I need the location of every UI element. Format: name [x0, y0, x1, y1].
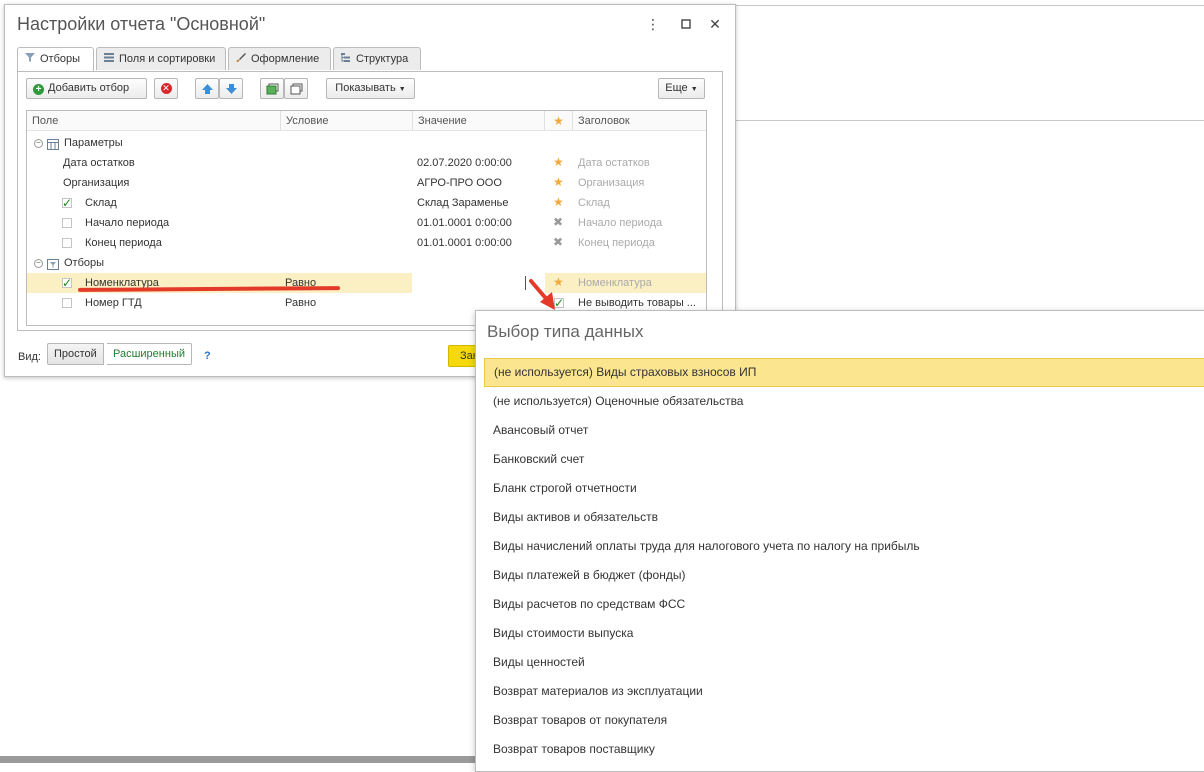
maximize-icon[interactable]	[678, 16, 694, 32]
background-window-edge	[735, 5, 1204, 6]
list-item[interactable]: Виды начислений оплаты труда для налогов…	[484, 532, 1204, 561]
arrow-down-icon	[225, 84, 237, 94]
collapse-icon[interactable]: −	[34, 139, 43, 148]
more-menu-icon[interactable]: ⋮	[645, 16, 661, 32]
help-link[interactable]: ?	[204, 350, 211, 362]
checkbox-checked[interactable]	[62, 193, 72, 213]
list-item[interactable]: Возврат товаров от покупателя	[484, 706, 1204, 735]
add-filter-button[interactable]: + Добавить отбор	[26, 78, 147, 99]
cross-icon[interactable]: ✖	[553, 232, 563, 252]
close-icon[interactable]: ✕	[707, 16, 723, 32]
table-row[interactable]: Склад Склад Зараменье ★ Склад	[27, 193, 706, 213]
chevron-down-icon: ▼	[398, 86, 406, 93]
table-row[interactable]: Начало периода 01.01.0001 0:00:00 ✖ Нача…	[27, 213, 706, 233]
list-item[interactable]: Виды стоимости выпуска	[484, 619, 1204, 648]
column-header-condition[interactable]: Условие	[281, 111, 413, 131]
background-divider	[735, 120, 1204, 121]
tab-filters[interactable]: Отборы	[17, 47, 94, 72]
add-icon: +	[33, 84, 44, 95]
checkbox-checked[interactable]	[62, 273, 72, 293]
text-cursor	[525, 276, 526, 290]
column-header-field[interactable]: Поле	[27, 111, 281, 131]
collapse-icon[interactable]: −	[34, 259, 43, 268]
tab-fields-sorting[interactable]: Поля и сортировки	[96, 47, 226, 70]
value-editor[interactable]	[413, 273, 545, 293]
structure-icon	[340, 49, 352, 62]
table-row-group[interactable]: − Параметры	[27, 133, 706, 153]
list-item[interactable]: Виды ценностей	[484, 648, 1204, 677]
data-type-selection-popup: Выбор типа данных (не используется) Виды…	[475, 310, 1204, 772]
list-item[interactable]: Возврат товаров поставщику	[484, 735, 1204, 764]
table-row-group[interactable]: − Отборы	[27, 253, 706, 273]
table-row-selected-title[interactable]: ★ Номенклатура	[545, 273, 706, 293]
show-dropdown[interactable]: Показывать ▼	[326, 78, 415, 99]
fields-icon	[103, 49, 115, 62]
list-item[interactable]: (не используется) Оценочные обязательств…	[484, 387, 1204, 416]
copy-icon	[290, 83, 302, 95]
table-row[interactable]: Конец периода 01.01.0001 0:00:00 ✖ Конец…	[27, 233, 706, 253]
list-item[interactable]: Банковский счет	[484, 445, 1204, 474]
background-scrollbar	[0, 756, 480, 763]
star-icon[interactable]: ★	[553, 152, 564, 172]
move-down-button[interactable]	[219, 78, 243, 99]
checkbox[interactable]	[62, 238, 72, 248]
popup-title: Выбор типа данных	[487, 322, 644, 341]
filter-icon	[24, 49, 36, 62]
cross-icon[interactable]: ✖	[553, 212, 563, 232]
tab-structure[interactable]: Структура	[333, 47, 421, 70]
dialog-title: Настройки отчета "Основной"	[17, 14, 266, 34]
column-header-use-title[interactable]: ★	[545, 111, 573, 131]
table-row[interactable]: Дата остатков 02.07.2020 0:00:00 ★ Дата …	[27, 153, 706, 173]
star-icon: ★	[553, 114, 564, 128]
list-item[interactable]: Виды расчетов по средствам ФСС	[484, 590, 1204, 619]
more-dropdown[interactable]: Еще ▼	[658, 78, 705, 99]
list-item[interactable]: Авансовый отчет	[484, 416, 1204, 445]
list-item-selected[interactable]: (не используется) Виды страховых взносов…	[484, 358, 1204, 387]
star-icon[interactable]: ★	[553, 192, 564, 212]
checkbox[interactable]	[62, 298, 72, 308]
brush-icon	[235, 49, 247, 62]
list-item[interactable]: Возврат материалов из эксплуатации	[484, 677, 1204, 706]
group-button[interactable]	[260, 78, 284, 99]
tab-appearance[interactable]: Оформление	[228, 47, 331, 70]
arrow-up-icon	[201, 84, 213, 94]
delete-icon: ✕	[160, 83, 172, 94]
list-item[interactable]: Виды активов и обязательств	[484, 503, 1204, 532]
chevron-down-icon: ▼	[690, 86, 698, 93]
checkbox[interactable]	[62, 218, 72, 228]
list-item[interactable]: Виды платежей в бюджет (фонды)	[484, 561, 1204, 590]
star-icon[interactable]: ★	[553, 172, 564, 192]
view-label: Вид:	[18, 351, 41, 363]
red-arrow-annotation	[529, 279, 555, 310]
table-row[interactable]: Организация АГРО-ПРО ООО ★ Организация	[27, 173, 706, 193]
copy-button[interactable]	[284, 78, 308, 99]
filters-table: Поле Условие Значение ★ Заголовок − Пара…	[26, 110, 707, 326]
view-simple-button[interactable]: Простой	[47, 343, 104, 365]
column-header-title[interactable]: Заголовок	[573, 111, 706, 131]
delete-button[interactable]: ✕	[154, 78, 178, 99]
view-extended-button[interactable]: Расширенный	[107, 343, 192, 365]
column-header-value[interactable]: Значение	[413, 111, 545, 131]
move-up-button[interactable]	[195, 78, 219, 99]
group-icon	[266, 83, 278, 95]
list-item[interactable]: Бланк строгой отчетности	[484, 474, 1204, 503]
